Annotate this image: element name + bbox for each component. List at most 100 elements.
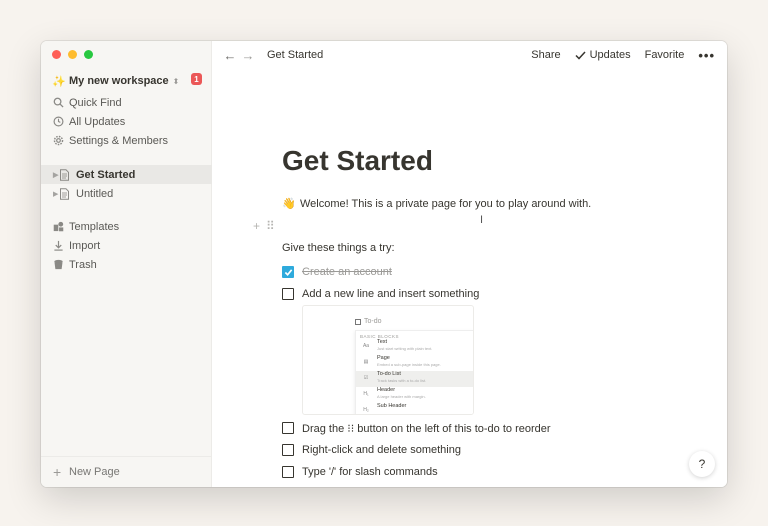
top-bar: ← → Get Started Share Updates Favorite •… — [212, 41, 727, 69]
favorite-button[interactable]: Favorite — [645, 49, 685, 61]
todo-text: Drag the ⁝⁝ button on the left of this t… — [302, 422, 551, 435]
demo-item-desc: Track tasks with a to-do list. — [377, 378, 427, 383]
minimize-window-button[interactable] — [68, 50, 77, 59]
notification-badge[interactable]: 1 — [191, 73, 202, 85]
more-options-icon[interactable]: ••• — [698, 48, 715, 63]
demo-item-desc: Just start writing with plain text. — [377, 346, 433, 351]
add-block-plus-icon[interactable]: + — [253, 219, 260, 233]
demo-menu-item: H₂ Sub Header — [356, 403, 473, 414]
demo-menu-item: H₁ Header A large header with margin. — [356, 387, 473, 403]
checkmark-icon — [575, 50, 586, 60]
text-cursor-icon: I — [480, 214, 484, 226]
gear-icon — [41, 135, 69, 146]
welcome-block[interactable]: 👋 Welcome! This is a private page for yo… — [282, 197, 592, 211]
drag-handle-icon[interactable]: ⠿ — [266, 219, 275, 233]
plus-icon: + — [53, 464, 62, 480]
try-heading[interactable]: Give these things a try: — [282, 242, 395, 254]
clock-icon — [41, 116, 69, 127]
page-icon — [59, 168, 74, 181]
demo-item-desc: Embed a sub-page inside this page. — [377, 362, 441, 367]
forward-arrow-icon[interactable]: → — [239, 48, 257, 63]
search-icon — [41, 97, 69, 108]
new-page-button[interactable]: + New Page — [41, 456, 212, 487]
sidebar-item-label: Settings & Members — [69, 134, 169, 147]
demo-menu-item: ▤ Page Embed a sub-page inside this page. — [356, 355, 473, 371]
todo-text: Add a new line and insert something — [302, 288, 480, 300]
demo-todo-placeholder: To-do — [355, 318, 382, 325]
sidebar-page-get-started[interactable]: ▶ Get Started — [41, 165, 212, 184]
chevron-updown-icon: ⬍ — [172, 76, 180, 86]
todo-text: Type '/' for slash commands — [302, 466, 438, 478]
demo-item-title: Header — [377, 387, 396, 393]
share-button[interactable]: Share — [531, 49, 560, 61]
sidebar-item-settings[interactable]: Settings & Members — [41, 131, 212, 150]
breadcrumb[interactable]: Get Started — [267, 49, 323, 61]
demo-item-title: To-do List — [377, 371, 401, 377]
sidebar-page-label: Untitled — [76, 187, 114, 200]
sidebar-item-import[interactable]: Import — [41, 236, 212, 255]
demo-item-title: Sub Header — [377, 403, 407, 409]
back-arrow-icon[interactable]: ← — [221, 48, 239, 63]
checkbox[interactable] — [282, 288, 294, 300]
expand-triangle-icon[interactable]: ▶ — [41, 190, 59, 198]
page-content: ← → Get Started Share Updates Favorite •… — [212, 41, 727, 487]
checkbox[interactable] — [282, 466, 294, 478]
sidebar-item-label: Quick Find — [69, 96, 122, 109]
zoom-window-button[interactable] — [84, 50, 93, 59]
sidebar-item-label: Import — [69, 239, 101, 252]
todo-block-icon: ☑ — [363, 375, 369, 381]
todo-item[interactable]: Create an account — [282, 264, 392, 280]
page-title[interactable]: Get Started — [282, 145, 433, 177]
demo-placeholder-text: To-do — [364, 318, 382, 325]
demo-menu-item: Aa Text Just start writing with plain tex… — [356, 339, 473, 355]
todo-item[interactable]: Drag the ⁝⁝ button on the left of this t… — [282, 420, 551, 436]
sidebar-item-all-updates[interactable]: All Updates — [41, 112, 212, 131]
wave-emoji-icon: 👋 — [282, 198, 296, 210]
todo-text: Right-click and delete something — [302, 444, 461, 456]
demo-item-title: Page — [377, 355, 390, 361]
close-window-button[interactable] — [52, 50, 61, 59]
download-icon — [41, 240, 69, 251]
sparkles-icon: ✨ — [52, 75, 66, 88]
expand-triangle-icon[interactable]: ▶ — [41, 171, 59, 179]
templates-icon — [41, 221, 69, 232]
demo-item-title: Text — [377, 339, 388, 345]
demo-image: To-do BASIC BLOCKS Aa Text Just start wri… — [302, 305, 474, 415]
checkbox[interactable] — [282, 444, 294, 456]
page-block-icon: ▤ — [363, 359, 369, 365]
todo-item[interactable]: Right-click and delete something — [282, 442, 461, 458]
sidebar-item-quick-find[interactable]: Quick Find — [41, 93, 212, 112]
sidebar-item-label: Trash — [69, 258, 97, 271]
new-page-label: New Page — [69, 466, 120, 478]
sidebar-page-untitled[interactable]: ▶ Untitled — [41, 184, 212, 203]
updates-button[interactable]: Updates — [575, 49, 631, 61]
demo-menu-item-highlighted: ☑ To-do List Track tasks with a to-do lis… — [356, 371, 473, 387]
subheader-block-icon: H₂ — [363, 407, 369, 413]
block-handles: + ⠿ — [253, 219, 275, 233]
text-block-icon: Aa — [362, 343, 370, 349]
sidebar-item-label: Templates — [69, 220, 120, 233]
sidebar-item-label: All Updates — [69, 115, 126, 128]
checkbox-checked[interactable] — [282, 266, 294, 278]
workspace-switcher[interactable]: ✨ My new workspace ⬍ — [52, 73, 204, 89]
sidebar-page-label: Get Started — [76, 168, 136, 181]
sidebar-item-trash[interactable]: Trash — [41, 255, 212, 274]
todo-item[interactable]: Type '/' for slash commands — [282, 464, 438, 480]
demo-checkbox-icon — [355, 318, 361, 325]
topbar-actions: Share Updates Favorite ••• — [531, 41, 715, 69]
help-button[interactable]: ? — [689, 451, 715, 477]
app-window: ✨ My new workspace ⬍ 1 Quick Find All Up… — [41, 41, 727, 487]
sidebar: ✨ My new workspace ⬍ 1 Quick Find All Up… — [41, 41, 212, 487]
checkbox[interactable] — [282, 422, 294, 434]
todo-item[interactable]: Add a new line and insert something — [282, 286, 479, 302]
welcome-text: Welcome! This is a private page for you … — [300, 197, 592, 210]
updates-label: Updates — [589, 49, 631, 61]
demo-block-menu: BASIC BLOCKS Aa Text Just start writing w… — [355, 330, 473, 414]
todo-text: Create an account — [302, 266, 392, 278]
demo-item-desc: A large header with margin. — [377, 394, 426, 399]
window-controls — [52, 50, 93, 59]
page-icon — [59, 187, 74, 200]
workspace-name: My new workspace — [69, 75, 169, 87]
header-block-icon: H₁ — [363, 391, 369, 397]
sidebar-item-templates[interactable]: Templates — [41, 217, 212, 236]
